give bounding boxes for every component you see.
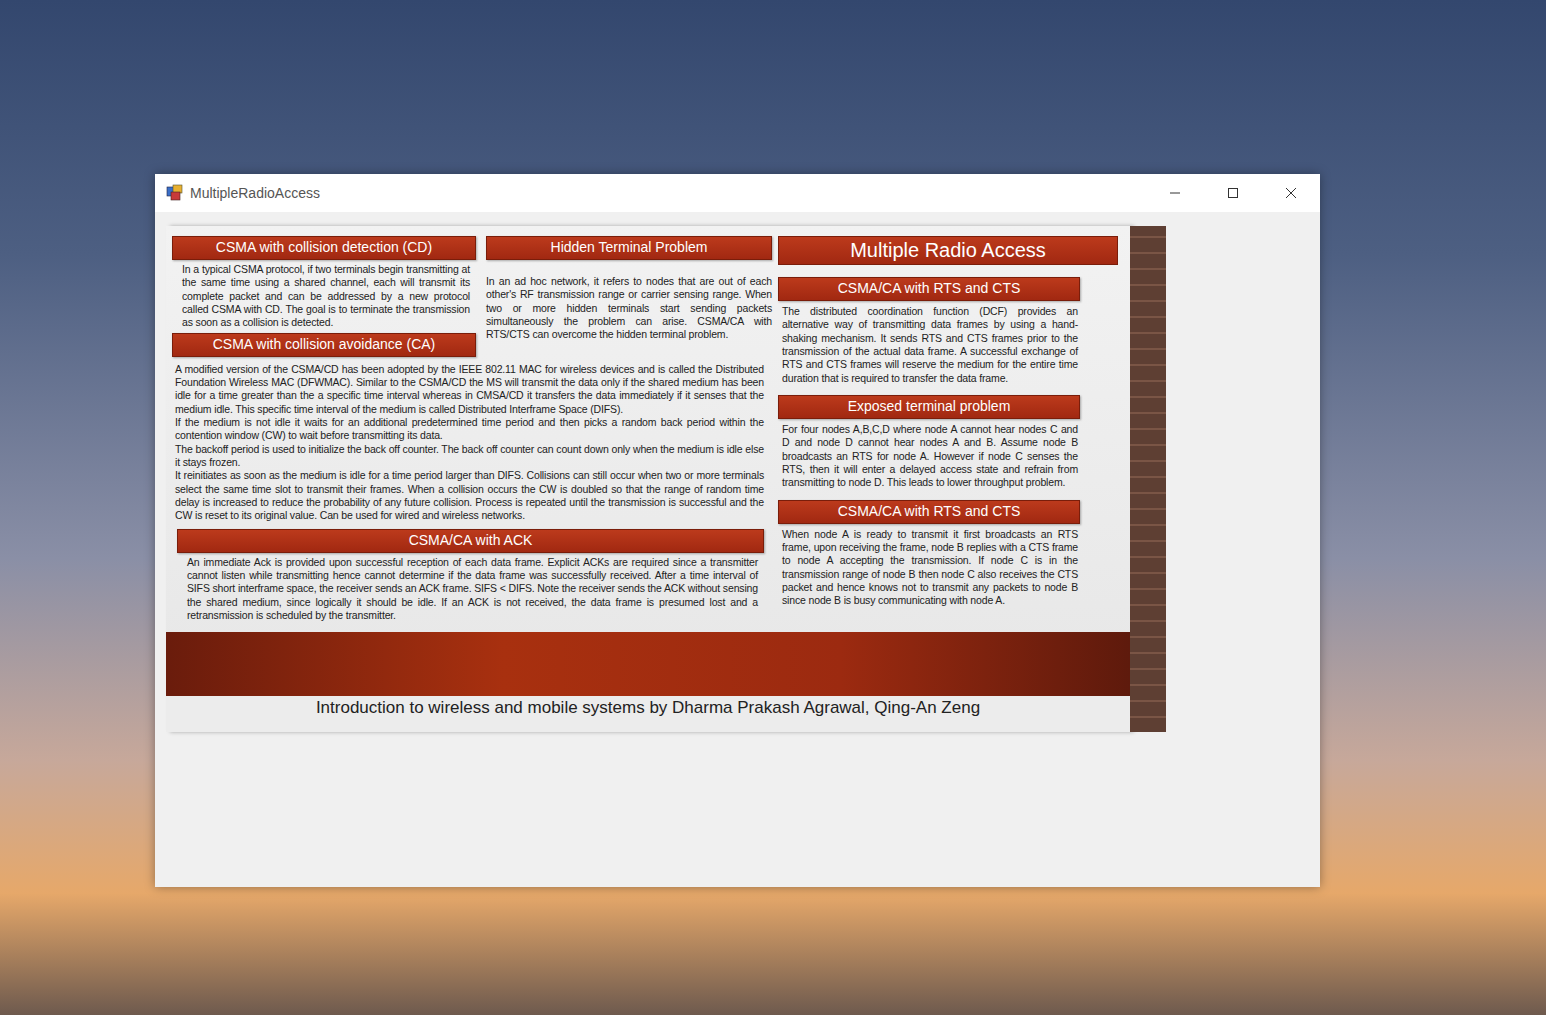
minimize-button[interactable] [1146,174,1204,212]
poster-caption: Introduction to wireless and mobile syst… [166,696,1130,732]
title-bar[interactable]: MultipleRadioAccess [155,174,1320,212]
section-heading: CSMA with collision detection (CD) [172,236,476,260]
section-text: The backoff period is used to initialize… [175,443,764,470]
section-heading: CSMA/CA with ACK [177,529,764,553]
poster-title: Multiple Radio Access [778,236,1118,265]
section-text: When node A is ready to transmit it firs… [778,528,1080,608]
section-heading: CSMA with collision avoidance (CA) [172,333,476,357]
section-heading: Exposed terminal problem [778,395,1080,419]
minimize-icon [1169,187,1181,199]
left-column: CSMA with collision detection (CD) In a … [172,236,476,357]
section-heading: CSMA/CA with RTS and CTS [778,277,1080,301]
section-heading: CSMA/CA with RTS and CTS [778,500,1080,524]
section-text: In a typical CSMA protocol, if two termi… [172,263,476,330]
poster: CSMA with collision detection (CD) In a … [166,226,1166,732]
section-text: For four nodes A,B,C,D where node A cann… [778,423,1080,490]
desktop: MultipleRadioAccess CSMA with collision … [0,0,1546,1015]
section-text: In an ad hoc network, it refers to nodes… [486,263,772,342]
maximize-icon [1227,187,1239,199]
poster-paper: CSMA with collision detection (CD) In a … [166,226,1130,732]
close-button[interactable] [1262,174,1320,212]
section-text: A modified version of the CSMA/CD has be… [175,363,764,416]
red-band [166,632,1130,696]
middle-column: Hidden Terminal Problem In an ad hoc net… [486,236,772,357]
section-text: An immediate Ack is provided upon succes… [177,556,764,623]
app-window: MultipleRadioAccess CSMA with collision … [155,174,1320,887]
app-icon [166,184,184,202]
brick-strip [1130,226,1166,732]
window-title: MultipleRadioAccess [190,185,320,201]
section-text: It reinitiates as soon as the medium is … [175,469,764,522]
section-text: The distributed coordination function (D… [778,305,1080,385]
right-column: Multiple Radio Access CSMA/CA with RTS a… [778,236,1118,622]
section-text: If the medium is not idle it waits for a… [175,416,764,443]
lower-section: CSMA/CA with ACK An immediate Ack is pro… [172,527,770,623]
wide-text: A modified version of the CSMA/CD has be… [172,357,770,527]
section-heading: Hidden Terminal Problem [486,236,772,260]
client-area: CSMA with collision detection (CD) In a … [155,212,1320,887]
close-icon [1285,187,1297,199]
maximize-button[interactable] [1204,174,1262,212]
